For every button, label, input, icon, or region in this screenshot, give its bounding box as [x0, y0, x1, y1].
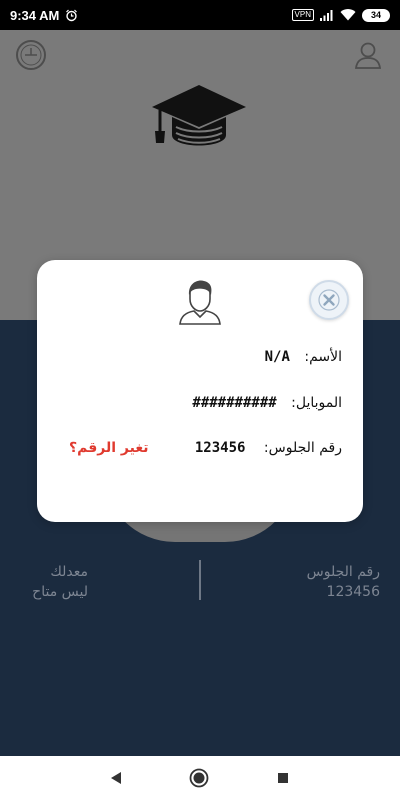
alarm-icon — [66, 9, 78, 21]
name-row: الأسم: N/A — [265, 349, 342, 365]
user-outline-icon[interactable] — [352, 39, 384, 71]
status-time: 9:34 AM — [10, 7, 60, 23]
close-button[interactable] — [309, 280, 349, 320]
seat-row-value: 123456 — [194, 440, 246, 456]
signal-icon — [320, 10, 333, 21]
change-number-link[interactable]: تغير الرقم؟ — [69, 440, 149, 456]
info-divider — [199, 560, 201, 600]
square-icon — [278, 773, 288, 783]
seat-info: رقم الجلوس 123456 — [270, 562, 380, 602]
gpa-info: معدلك ليس متاح — [22, 562, 88, 602]
close-icon — [318, 289, 340, 311]
gpa-label: معدلك — [50, 564, 88, 580]
back-triangle-icon — [111, 772, 121, 784]
status-bar: 9:34 AM VPN 34 — [0, 0, 400, 30]
name-value: N/A — [264, 349, 290, 365]
status-right: VPN 34 — [291, 8, 390, 22]
seat-label: رقم الجلوس — [306, 564, 380, 580]
recent-apps-button[interactable] — [273, 768, 293, 788]
navigation-bar — [0, 756, 400, 800]
seat-row-label: رقم الجلوس: — [263, 440, 342, 456]
student-avatar-icon — [179, 280, 221, 325]
clock-circle-icon[interactable] — [15, 39, 47, 71]
seat-row: رقم الجلوس: 123456 — [195, 440, 342, 456]
home-button[interactable] — [189, 768, 209, 788]
back-button[interactable] — [106, 768, 126, 788]
mobile-label: الموبايل: — [291, 395, 342, 411]
graduation-cap-icon — [152, 85, 246, 146]
battery-indicator: 34 — [362, 8, 390, 22]
name-label: الأسم: — [304, 349, 342, 365]
vpn-badge: VPN — [291, 9, 314, 21]
mobile-value: ########## — [192, 395, 277, 411]
status-left: 9:34 AM — [10, 8, 78, 23]
home-circle-icon — [189, 768, 209, 788]
seat-value: 123456 — [326, 584, 380, 600]
mobile-row: الموبايل: ########## — [192, 395, 342, 411]
wifi-icon — [340, 9, 356, 21]
profile-dialog: الأسم: N/A الموبايل: ########## رقم الجل… — [37, 260, 363, 522]
gpa-value: ليس متاح — [32, 584, 88, 600]
